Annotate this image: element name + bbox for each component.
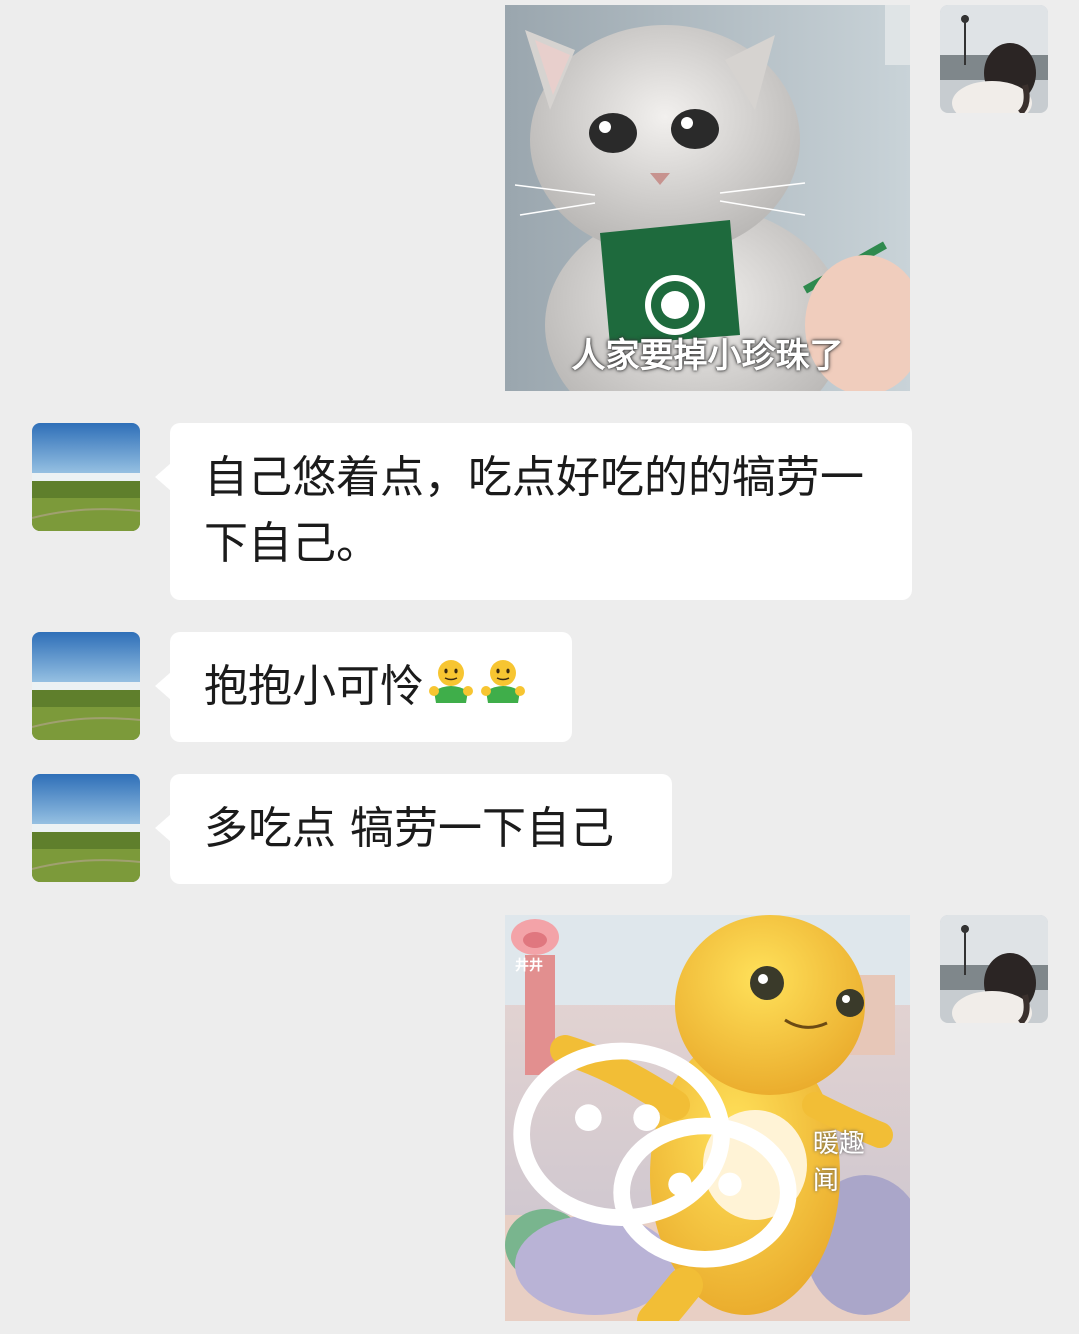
watermark-label: 暖趣闻 [812,1128,865,1196]
self-avatar[interactable] [940,915,1048,1023]
hug-emoji-icon [481,660,525,703]
sticker-caption: 人家要掉小珍珠了 [571,336,844,376]
message-text: 自己悠着点，吃点好吃的的犒劳一下自己。 [204,452,864,569]
image-message-yellow-creature[interactable]: 井井 暖趣闻 [505,915,910,1321]
wechat-icon [513,1043,797,1269]
grassland-landscape-avatar [32,774,140,882]
self-avatar[interactable] [940,5,1048,113]
sticker-badge: 井井 [515,958,543,974]
watermark: 暖趣闻 [505,1026,876,1293]
message-text: 抱抱小可怜 [204,661,424,712]
grassland-landscape-avatar [32,423,140,531]
grassland-landscape-avatar [32,632,140,740]
contact-avatar[interactable] [32,774,140,882]
message-bubble[interactable]: 多吃点 犒劳一下自己 [155,774,672,884]
image-message-sad-cat[interactable]: 人家要掉小珍珠了 [505,5,910,391]
message-bubble[interactable]: 抱抱小可怜 [155,632,572,742]
contact-avatar[interactable] [32,632,140,740]
hug-emoji-icon [429,660,473,703]
girl-photo-avatar [940,5,1048,113]
girl-photo-avatar [940,915,1048,1023]
contact-avatar[interactable] [32,423,140,531]
message-text: 多吃点 犒劳一下自己 [204,803,614,854]
message-bubble[interactable]: 自己悠着点，吃点好吃的的犒劳一下自己。 [155,423,912,600]
